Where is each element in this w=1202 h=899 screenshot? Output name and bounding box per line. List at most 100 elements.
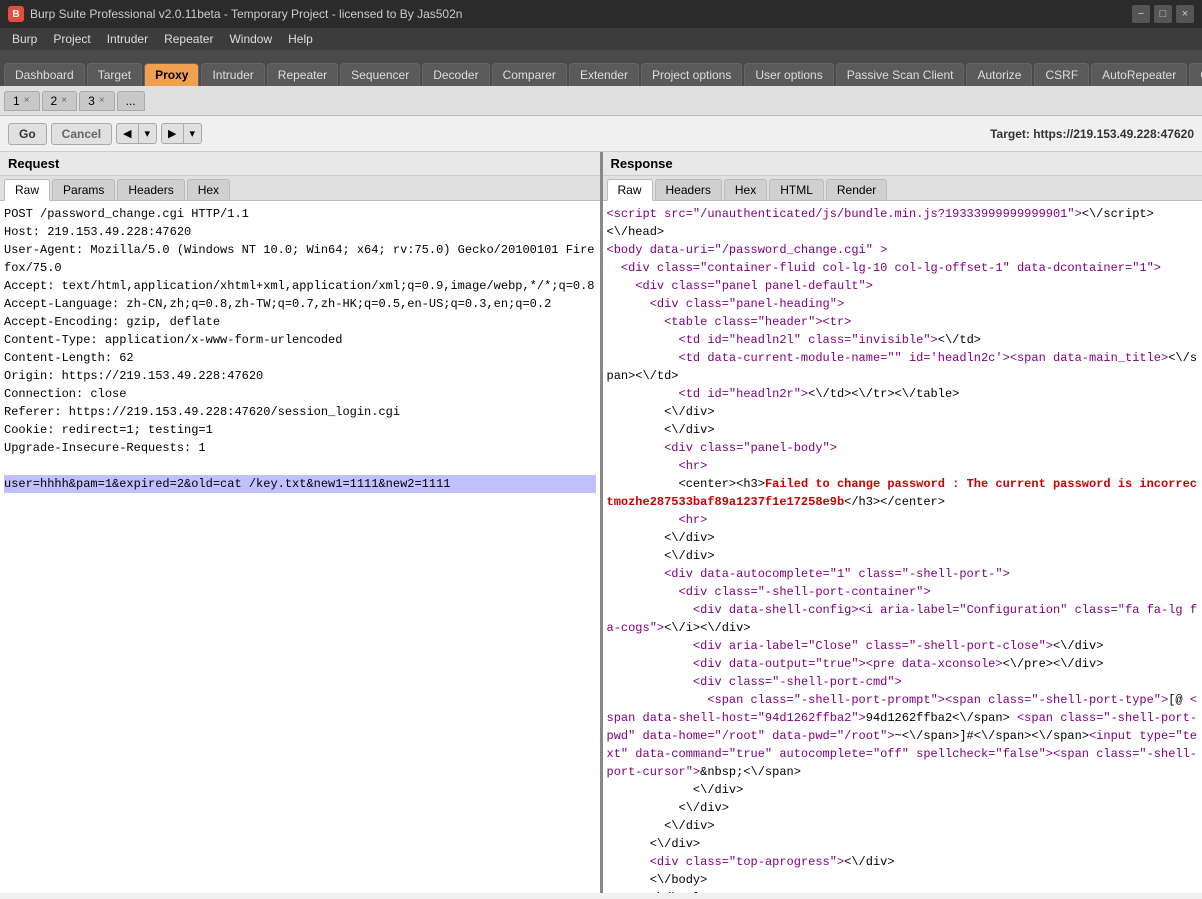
request-tab-hex[interactable]: Hex <box>187 179 230 200</box>
repeater-tabs: 1 ×2 ×3 ×... <box>0 86 1202 116</box>
request-line: Host: 219.153.49.228:47620 <box>4 223 596 241</box>
request-line: Cookie: redirect=1; testing=1 <box>4 421 596 439</box>
menu-item-burp[interactable]: Burp <box>4 30 45 48</box>
response-line: <div data-autocomplete="1" class="-shell… <box>607 565 1199 583</box>
response-tab-headers[interactable]: Headers <box>655 179 722 200</box>
menu-item-project[interactable]: Project <box>45 30 98 48</box>
response-line: <\/div> <box>607 799 1199 817</box>
main-tab-repeater[interactable]: Repeater <box>267 63 338 86</box>
request-header: Request <box>0 152 600 176</box>
request-panel: Request RawParamsHeadersHex POST /passwo… <box>0 152 603 893</box>
response-line: <div data-output="true"><pre data-xconso… <box>607 655 1199 673</box>
response-line: <\/div> <box>607 547 1199 565</box>
main-tab-target[interactable]: Target <box>87 63 142 86</box>
response-line: <center><h3>Failed to change password : … <box>607 475 1199 511</box>
menu-item-help[interactable]: Help <box>280 30 321 48</box>
cancel-button[interactable]: Cancel <box>51 123 112 145</box>
main-tab-proxy[interactable]: Proxy <box>144 63 199 86</box>
response-line: <div aria-label="Close" class="-shell-po… <box>607 637 1199 655</box>
response-line: <div data-shell-config><i aria-label="Co… <box>607 601 1199 637</box>
response-line: <\/div> <box>607 421 1199 439</box>
main-tab-comparer[interactable]: Comparer <box>492 63 567 86</box>
response-tabs: RawHeadersHexHTMLRender <box>603 176 1202 201</box>
main-tab-autorize[interactable]: Autorize <box>966 63 1032 86</box>
response-line: <\/div> <box>607 403 1199 421</box>
minimize-button[interactable]: − <box>1132 5 1150 23</box>
response-line: <span class="-shell-port-prompt"><span c… <box>607 691 1199 781</box>
window-controls: − □ × <box>1132 5 1194 23</box>
main-tabs: DashboardTargetProxyIntruderRepeaterSequ… <box>0 50 1202 86</box>
main-tab-co2[interactable]: CO2 <box>1189 63 1202 86</box>
response-line: <div class="panel-body"> <box>607 439 1199 457</box>
request-line: Origin: https://219.153.49.228:47620 <box>4 367 596 385</box>
response-line: <div class="-shell-port-container"> <box>607 583 1199 601</box>
main-tab-sequencer[interactable]: Sequencer <box>340 63 420 86</box>
main-tab-autorepeater[interactable]: AutoRepeater <box>1091 63 1187 86</box>
prev-button[interactable]: ◀ <box>116 123 138 144</box>
response-line: <td id="headln2l" class="invisible"><\/t… <box>607 331 1199 349</box>
request-line: Referer: https://219.153.49.228:47620/se… <box>4 403 596 421</box>
request-tabs: RawParamsHeadersHex <box>0 176 600 201</box>
request-line: Accept-Language: zh-CN,zh;q=0.8,zh-TW;q=… <box>4 295 596 313</box>
title-bar: B Burp Suite Professional v2.0.11beta - … <box>0 0 1202 28</box>
next-button[interactable]: ▶ <box>161 123 183 144</box>
repeater-tab-1[interactable]: 1 × <box>4 91 40 111</box>
response-tab-html[interactable]: HTML <box>769 179 824 200</box>
response-line: <body data-uri="/password_change.cgi" > <box>607 241 1199 259</box>
response-line: <\/body> <box>607 871 1199 889</box>
maximize-button[interactable]: □ <box>1154 5 1172 23</box>
response-line: <div class="panel-heading"> <box>607 295 1199 313</box>
main-content: Request RawParamsHeadersHex POST /passwo… <box>0 152 1202 893</box>
request-line: Connection: close <box>4 385 596 403</box>
close-button[interactable]: × <box>1176 5 1194 23</box>
response-line: <\/div> <box>607 781 1199 799</box>
main-tab-csrf[interactable]: CSRF <box>1034 63 1089 86</box>
nav-next-group: ▶ ▾ <box>161 123 202 144</box>
request-line: user=hhhh&pam=1&expired=2&old=cat /key.t… <box>4 475 596 493</box>
repeater-tab-more[interactable]: ... <box>117 91 145 111</box>
next-dropdown-button[interactable]: ▾ <box>184 123 203 144</box>
request-line: Accept-Encoding: gzip, deflate <box>4 313 596 331</box>
menu-bar: BurpProjectIntruderRepeaterWindowHelp <box>0 28 1202 50</box>
tab-close-icon[interactable]: × <box>23 95 31 106</box>
request-tab-raw[interactable]: Raw <box>4 179 50 201</box>
response-line: <\/head> <box>607 223 1199 241</box>
repeater-tab-2[interactable]: 2 × <box>42 91 78 111</box>
request-content[interactable]: POST /password_change.cgi HTTP/1.1Host: … <box>0 201 600 893</box>
response-panel: Response RawHeadersHexHTMLRender <script… <box>603 152 1202 893</box>
response-tab-raw[interactable]: Raw <box>607 179 653 201</box>
response-line: <script src="/unauthenticated/js/bundle.… <box>607 205 1199 223</box>
response-content[interactable]: <script src="/unauthenticated/js/bundle.… <box>603 201 1202 893</box>
response-line: <hr> <box>607 457 1199 475</box>
response-tab-hex[interactable]: Hex <box>724 179 767 200</box>
request-line: POST /password_change.cgi HTTP/1.1 <box>4 205 596 223</box>
request-tab-headers[interactable]: Headers <box>117 179 184 200</box>
tab-close-icon[interactable]: × <box>98 95 106 106</box>
response-line: <\/html> <box>607 889 1199 893</box>
menu-item-intruder[interactable]: Intruder <box>99 30 156 48</box>
request-tab-params[interactable]: Params <box>52 179 115 200</box>
response-line: <hr> <box>607 511 1199 529</box>
window-title: Burp Suite Professional v2.0.11beta - Te… <box>30 7 1132 21</box>
main-tab-passive-scan-client[interactable]: Passive Scan Client <box>836 63 965 86</box>
response-line: <div class="-shell-port-cmd"> <box>607 673 1199 691</box>
request-line <box>4 457 596 475</box>
main-tab-intruder[interactable]: Intruder <box>201 63 264 86</box>
repeater-tab-3[interactable]: 3 × <box>79 91 115 111</box>
go-button[interactable]: Go <box>8 123 47 145</box>
request-line: Content-Type: application/x-www-form-url… <box>4 331 596 349</box>
main-tab-dashboard[interactable]: Dashboard <box>4 63 85 86</box>
main-tab-user-options[interactable]: User options <box>744 63 833 86</box>
response-line: <\/div> <box>607 817 1199 835</box>
app-icon: B <box>8 6 24 22</box>
response-line: <td id="headln2r"><\/td><\/tr><\/table> <box>607 385 1199 403</box>
response-tab-render[interactable]: Render <box>826 179 887 200</box>
main-tab-decoder[interactable]: Decoder <box>422 63 489 86</box>
tab-close-icon[interactable]: × <box>60 95 68 106</box>
main-tab-project-options[interactable]: Project options <box>641 63 742 86</box>
response-line: <div class="top-aprogress"><\/div> <box>607 853 1199 871</box>
menu-item-repeater[interactable]: Repeater <box>156 30 221 48</box>
prev-dropdown-button[interactable]: ▾ <box>139 123 158 144</box>
menu-item-window[interactable]: Window <box>221 30 280 48</box>
main-tab-extender[interactable]: Extender <box>569 63 639 86</box>
